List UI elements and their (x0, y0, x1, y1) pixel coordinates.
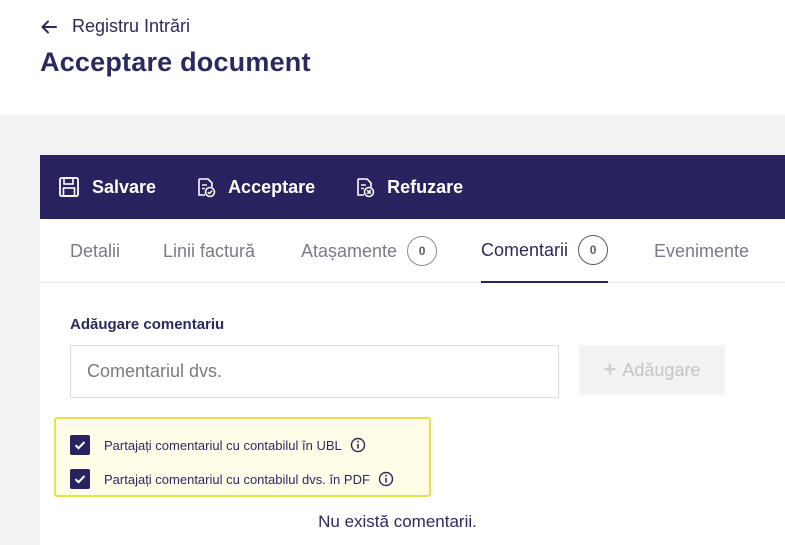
tab-comments[interactable]: Comentarii 0 (481, 219, 609, 283)
refuse-button[interactable]: Refuzare (335, 155, 463, 219)
comments-count-badge: 0 (578, 235, 609, 265)
no-comments-message: Nu există comentarii. (318, 512, 477, 531)
add-comment-button-label: Adăugare (622, 359, 701, 380)
document-panel: Salvare Acceptare Refuzare Detalii Linii… (40, 155, 785, 545)
tab-details[interactable]: Detalii (70, 219, 120, 283)
info-icon[interactable] (378, 471, 394, 487)
tab-invoice-lines[interactable]: Linii factură (163, 219, 255, 283)
share-pdf-label: Partajați comentariul cu contabilul dvs.… (104, 471, 370, 487)
back-link[interactable]: Registru Intrări (40, 16, 190, 37)
tab-label: Detalii (70, 240, 121, 261)
tab-label: Evenimente (654, 240, 750, 261)
share-pdf-checkbox[interactable] (70, 469, 90, 489)
page-header: Registru Intrări Acceptare document (0, 0, 785, 115)
add-comment-heading: Adăugare comentariu (70, 316, 225, 333)
refuse-button-label: Refuzare (387, 176, 464, 197)
share-options-box: Partajați comentariul cu contabilul în U… (54, 417, 431, 497)
share-ubl-checkbox[interactable] (70, 435, 90, 455)
action-toolbar: Salvare Acceptare Refuzare (40, 155, 785, 219)
attachments-count-badge: 0 (407, 236, 438, 266)
accept-button-label: Acceptare (228, 176, 316, 197)
tab-bar: Detalii Linii factură Atașamente 0 Comen… (40, 219, 785, 283)
add-comment-button[interactable]: + Adăugare (579, 345, 725, 395)
arrow-left-icon (41, 20, 57, 33)
back-link-label: Registru Intrări (72, 16, 191, 36)
save-button-label: Salvare (92, 176, 157, 197)
tab-label: Linii factură (163, 240, 256, 261)
share-ubl-option: Partajați comentariul cu contabilul în U… (70, 435, 366, 455)
page-title: Acceptare document (40, 47, 311, 77)
share-pdf-option: Partajați comentariul cu contabilul dvs.… (70, 469, 394, 489)
check-icon (74, 441, 86, 450)
floppy-disk-icon (59, 177, 79, 197)
tab-label: Atașamente (301, 240, 398, 261)
tab-label: Comentarii (481, 239, 569, 260)
comment-input[interactable] (70, 345, 559, 398)
document-check-icon (198, 178, 216, 198)
share-ubl-label: Partajați comentariul cu contabilul în U… (104, 437, 342, 453)
accept-button[interactable]: Acceptare (176, 155, 315, 219)
tab-attachments[interactable]: Atașamente 0 (301, 219, 438, 283)
tab-events[interactable]: Evenimente (654, 219, 749, 283)
plus-icon: + (603, 357, 617, 382)
save-button[interactable]: Salvare (40, 155, 156, 219)
info-icon[interactable] (350, 437, 366, 453)
check-icon (74, 475, 86, 484)
document-x-icon (357, 178, 375, 198)
